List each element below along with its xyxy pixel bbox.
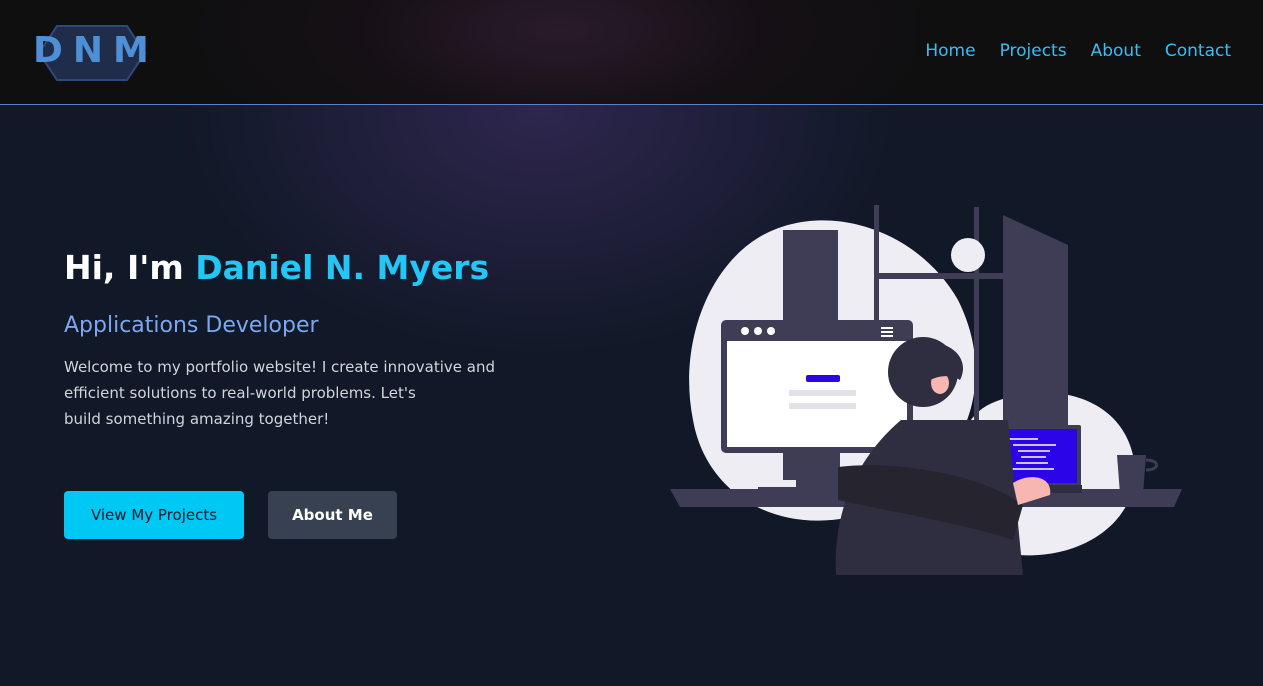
hero-buttons: View My Projects About Me <box>64 491 397 539</box>
hero-heading: Hi, I'm Daniel N. Myers <box>64 246 504 290</box>
hero-role: Applications Developer <box>64 313 319 338</box>
hero-description-line: Welcome to my portfolio website! I creat… <box>64 358 495 376</box>
view-projects-button[interactable]: View My Projects <box>64 491 244 539</box>
main-nav: Home Projects About Contact <box>925 41 1231 61</box>
hero-description-line: build something amazing together! <box>64 410 330 428</box>
nav-projects-link[interactable]: Projects <box>1000 41 1067 61</box>
hero-description-line: efficient solutions to real-world proble… <box>64 384 416 402</box>
site-header: DNM Home Projects About Contact <box>0 0 1263 105</box>
hero-section: Hi, I'm Daniel N. Myers Applications Dev… <box>64 246 504 432</box>
logo-text: DNM <box>33 30 159 71</box>
developer-at-desk-illustration <box>670 205 1182 575</box>
nav-about-link[interactable]: About <box>1091 41 1141 61</box>
hero-description: Welcome to my portfolio website! I creat… <box>64 354 504 432</box>
hero-name: Daniel N. Myers <box>195 248 490 287</box>
nav-home-link[interactable]: Home <box>925 41 975 61</box>
about-me-button[interactable]: About Me <box>268 491 397 539</box>
nav-contact-link[interactable]: Contact <box>1165 41 1231 61</box>
site-logo[interactable]: DNM <box>33 22 151 84</box>
hero-greeting: Hi, I'm <box>64 248 196 287</box>
